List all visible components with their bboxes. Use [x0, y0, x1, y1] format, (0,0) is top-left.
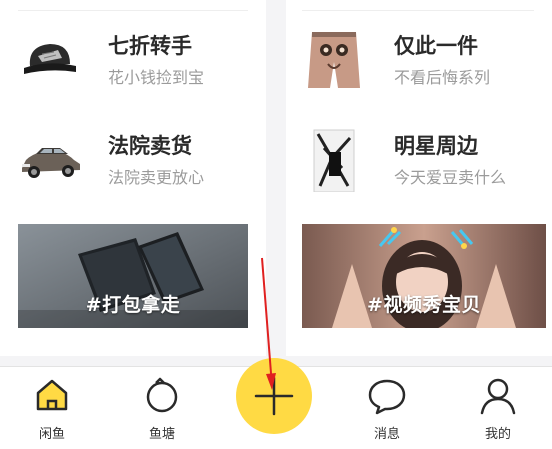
plus-icon	[254, 376, 294, 416]
tab-label: 我的	[484, 427, 511, 442]
category-item-court[interactable]: 法院卖货 法院卖更放心	[0, 128, 266, 198]
item-title: 七折转手	[108, 34, 192, 58]
promo-banner-pack[interactable]: #打包拿走	[18, 224, 248, 328]
person-icon	[478, 375, 518, 415]
tab-pond[interactable]: 鱼塘	[122, 367, 202, 447]
pond-icon	[142, 375, 182, 415]
promo-banner-video[interactable]: #视频秀宝贝	[302, 224, 546, 328]
category-item-unique[interactable]: 仅此一件 不看后悔系列	[286, 28, 552, 98]
chat-bubble-icon	[367, 375, 407, 415]
item-subtitle: 今天爱豆卖什么	[394, 168, 507, 187]
category-item-discount[interactable]: 七折转手 花小钱捡到宝	[0, 28, 266, 98]
tab-mine[interactable]: 我的	[458, 367, 538, 447]
category-card-left: 七折转手 花小钱捡到宝 法院卖货 法院卖更放心 #打包拿走	[0, 0, 266, 356]
category-item-celebrity[interactable]: 明星周边 今天爱豆卖什么	[286, 128, 552, 198]
tab-label: 闲鱼	[38, 427, 65, 442]
item-subtitle: 法院卖更放心	[108, 168, 205, 187]
tab-messages[interactable]: 消息	[347, 367, 427, 447]
promo-text: #视频秀宝贝	[367, 294, 481, 316]
item-subtitle: 不看后悔系列	[394, 68, 491, 87]
category-card-right: 仅此一件 不看后悔系列 明星周边 今天爱豆卖什么 #视频秀宝贝	[286, 0, 552, 356]
item-subtitle: 花小钱捡到宝	[108, 68, 205, 87]
publish-button[interactable]	[236, 358, 312, 434]
tab-home[interactable]: 闲鱼	[12, 367, 92, 447]
promo-text: #打包拿走	[85, 294, 181, 316]
item-title: 明星周边	[394, 134, 478, 158]
divider	[302, 10, 534, 11]
home-icon	[32, 375, 72, 415]
shorts-icon	[302, 28, 366, 92]
item-title: 法院卖货	[108, 134, 192, 158]
photo-frame-icon	[302, 128, 366, 193]
divider	[18, 10, 248, 11]
tab-label: 鱼塘	[148, 427, 175, 442]
item-title: 仅此一件	[394, 34, 478, 58]
cap-icon	[18, 28, 82, 92]
tab-label: 消息	[373, 427, 400, 442]
car-icon	[18, 128, 82, 192]
